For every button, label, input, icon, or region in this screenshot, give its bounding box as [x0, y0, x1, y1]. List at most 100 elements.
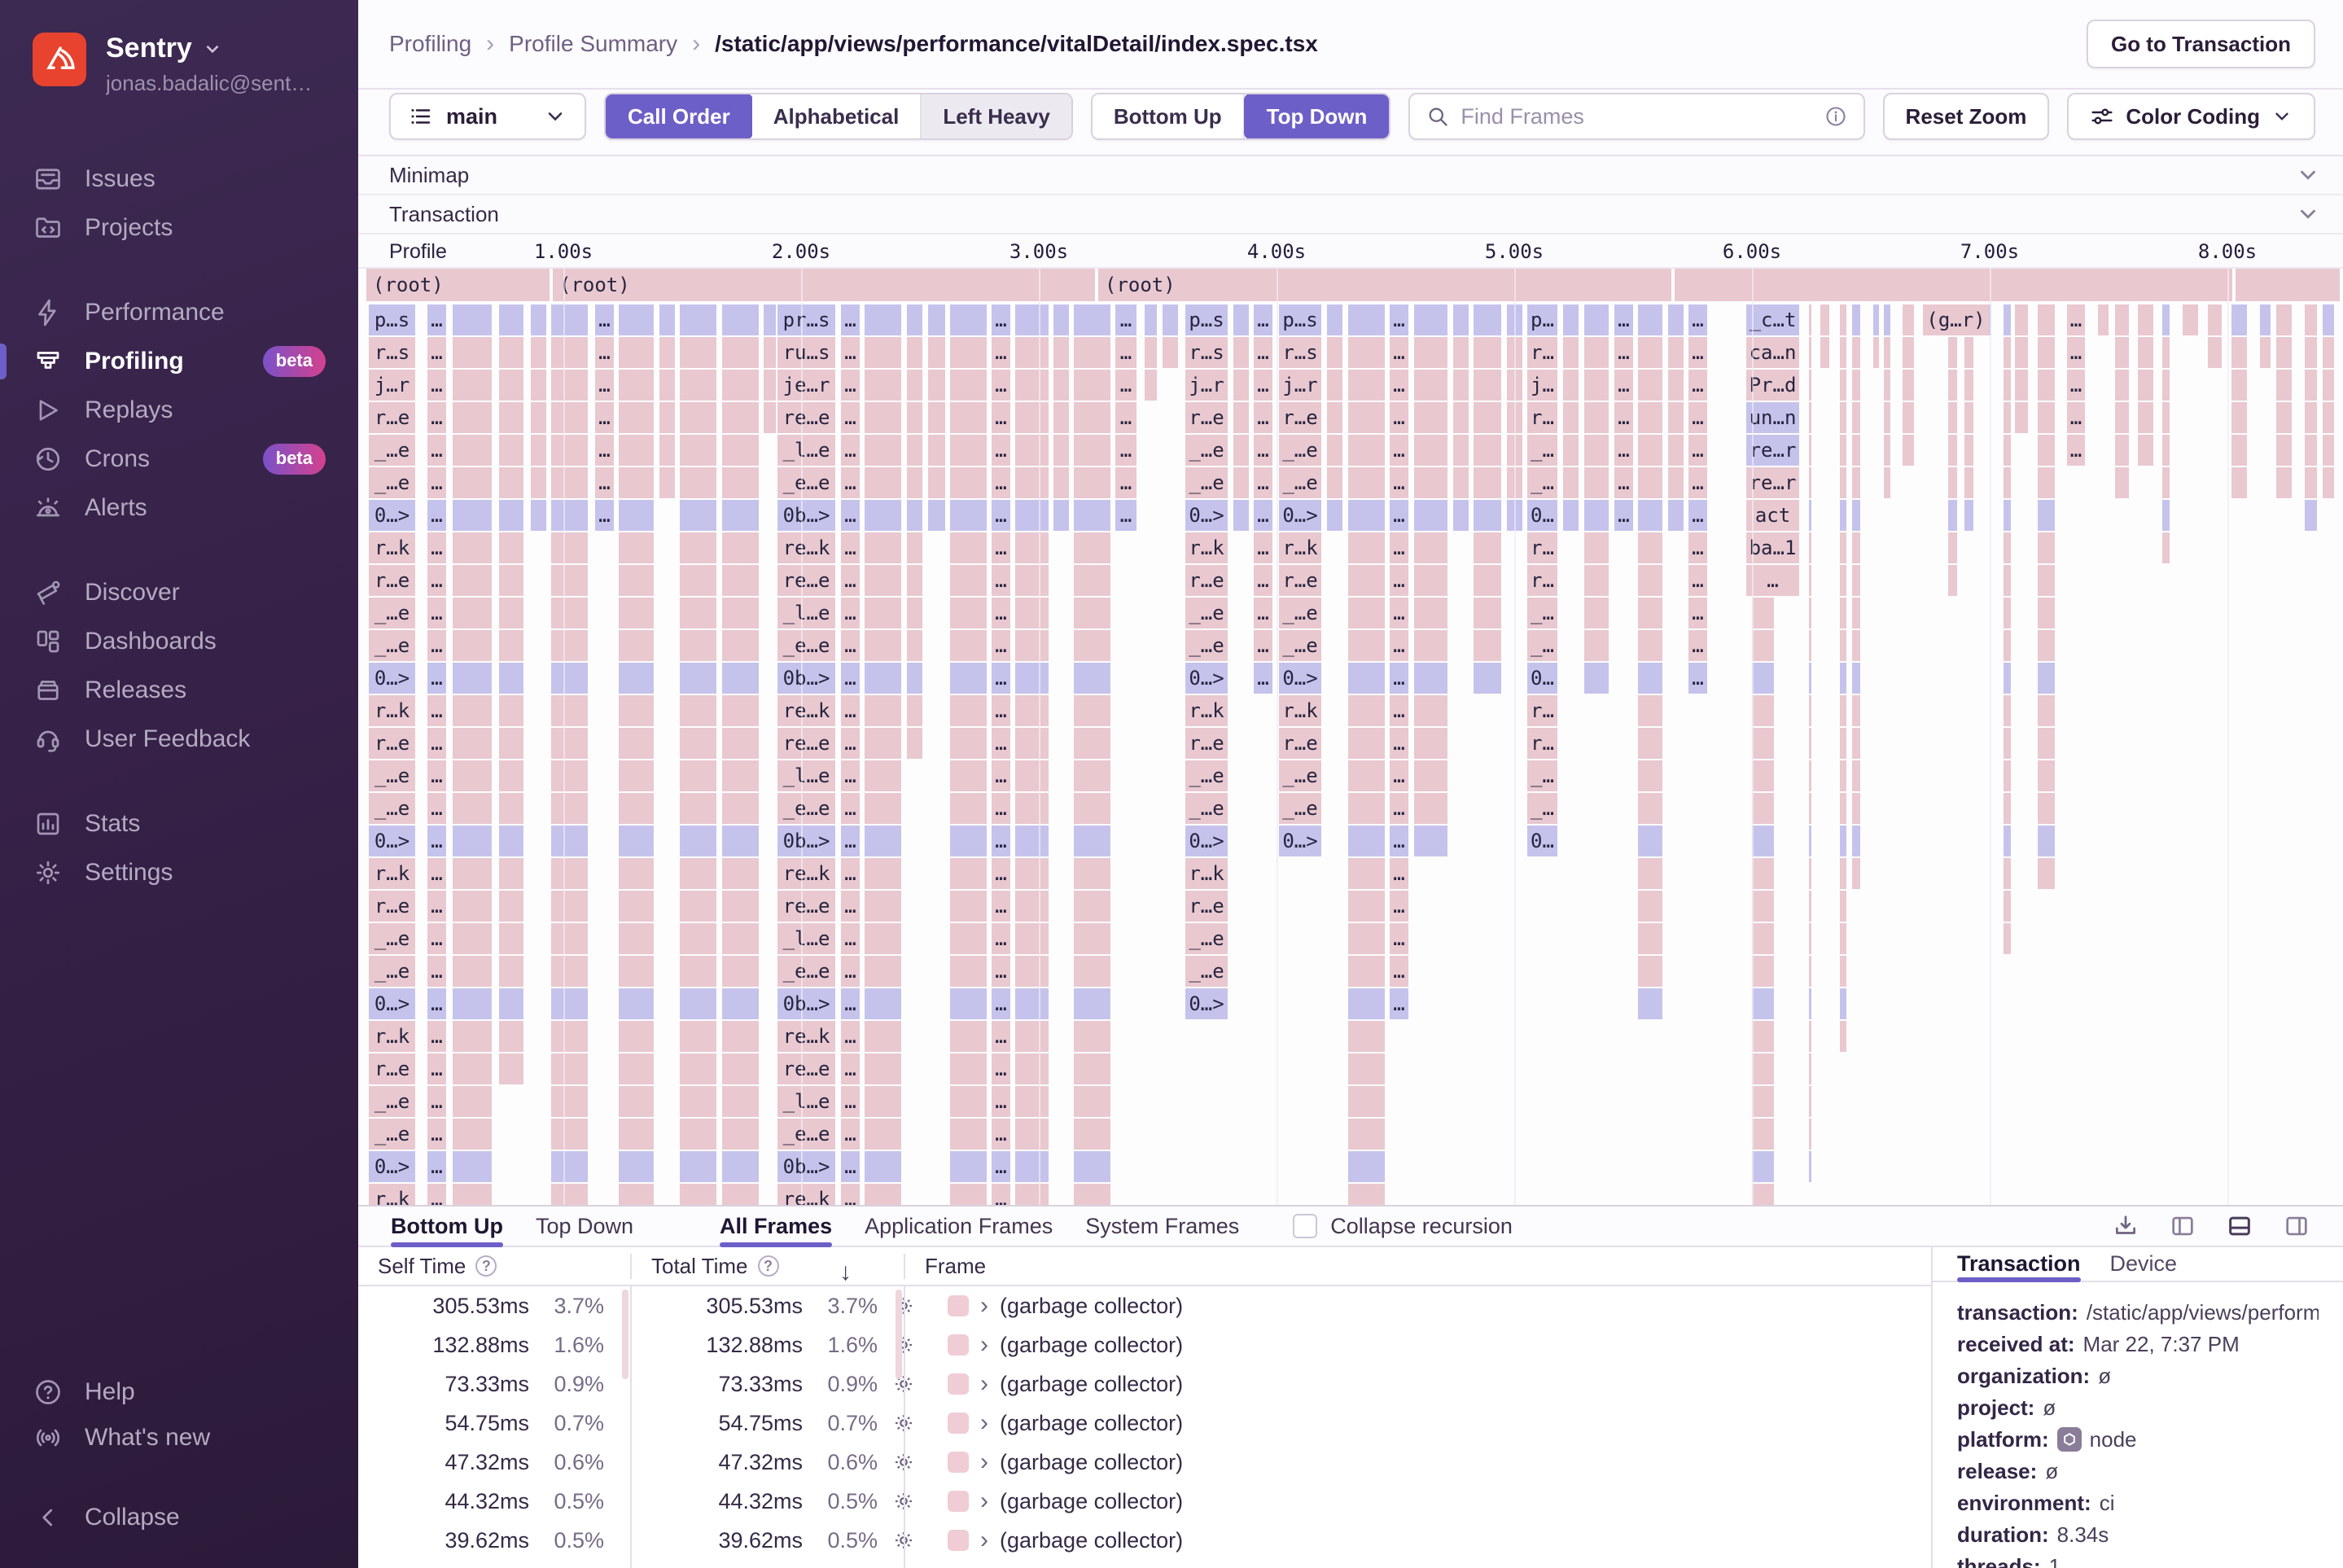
frame-name[interactable]: (garbage collector) — [1000, 1411, 1183, 1436]
collapse-recursion-checkbox[interactable] — [1293, 1214, 1317, 1238]
sidebar-item-collapse[interactable]: Collapse — [0, 1495, 358, 1540]
svg-text:_…e: _…e — [1282, 634, 1317, 657]
sidebar-item-dashboards[interactable]: Dashboards — [0, 617, 358, 666]
sort-left-heavy[interactable]: Left Heavy — [922, 94, 1071, 138]
tab-application-frames[interactable]: Application Frames — [865, 1207, 1053, 1246]
sidebar-item-replays[interactable]: Replays — [0, 386, 358, 435]
sidebar-item-releases[interactable]: Releases — [0, 666, 358, 715]
sidebar-nav: IssuesProjectsPerformanceProfilingbetaRe… — [0, 119, 358, 897]
svg-text:…: … — [995, 439, 1006, 462]
total-time-header[interactable]: Total Time — [651, 1254, 748, 1279]
details-tab-device[interactable]: Device — [2110, 1247, 2178, 1281]
svg-text:0b…>: 0b…> — [783, 504, 830, 527]
table-row[interactable]: 132.88ms1.6%132.88ms1.6%›(garbage collec… — [358, 1325, 1931, 1364]
collapse-recursion-option: Collapse recursion — [1293, 1214, 1513, 1239]
table-row[interactable]: 54.75ms0.7%54.75ms0.7%›(garbage collecto… — [358, 1404, 1931, 1443]
svg-text:0…>: 0…> — [1189, 504, 1224, 527]
svg-text:…: … — [431, 406, 442, 429]
sidebar-item-performance[interactable]: Performance — [0, 288, 358, 337]
svg-text:…: … — [1120, 309, 1132, 331]
direction-segmented-control: Bottom UpTop Down — [1091, 93, 1391, 140]
table-row[interactable]: 73.33ms0.9%73.33ms0.9%›(garbage collecto… — [358, 1364, 1931, 1404]
svg-text:…: … — [2070, 341, 2082, 364]
search-input[interactable] — [1461, 104, 1812, 129]
sidebar-item-alerts[interactable]: Alerts — [0, 484, 358, 532]
thread-select[interactable]: main — [389, 93, 586, 140]
minimap-section-header[interactable]: Minimap — [358, 156, 2343, 195]
breadcrumb-profile-summary[interactable]: Profile Summary — [509, 31, 677, 57]
details-tab-transaction[interactable]: Transaction — [1957, 1247, 2081, 1281]
expand-chevron-icon[interactable]: › — [980, 1450, 988, 1474]
sidebar-item-issues[interactable]: Issues — [0, 155, 358, 204]
svg-text:_…e: _…e — [1189, 471, 1224, 494]
help-circle-icon: ? — [475, 1255, 497, 1277]
sidebar-item-label: Alerts — [85, 494, 147, 522]
self-time-header[interactable]: Self Time — [378, 1254, 466, 1279]
sort-desc-icon[interactable]: ↓ — [839, 1259, 852, 1286]
table-row[interactable]: 44.32ms0.5%44.32ms0.5%›(garbage collecto… — [358, 1482, 1931, 1521]
sidebar-item-user-feedback[interactable]: User Feedback — [0, 715, 358, 764]
svg-text:0…>: 0…> — [1189, 667, 1224, 690]
flamegraph[interactable]: (root)(root)(root)……………p…sr…sj…rr…e_…e_…… — [358, 269, 2343, 1205]
sidebar-item-label: Settings — [85, 859, 173, 887]
sidebar-item-settings[interactable]: Settings — [0, 848, 358, 897]
sidebar-item-help[interactable]: Help — [0, 1369, 358, 1415]
table-row[interactable]: 47.32ms0.6%47.32ms0.6%›(garbage collecto… — [358, 1443, 1931, 1482]
tab-bottom-up[interactable]: Bottom Up — [391, 1207, 503, 1246]
tab-all-frames[interactable]: All Frames — [720, 1207, 832, 1246]
reset-zoom-button[interactable]: Reset Zoom — [1883, 93, 2050, 140]
frame-header[interactable]: Frame — [925, 1254, 986, 1279]
mini-scrollbar[interactable] — [622, 1290, 628, 1379]
direction-bottom-up[interactable]: Bottom Up — [1093, 94, 1245, 138]
svg-text:0…>: 0…> — [1282, 830, 1317, 852]
frame-name[interactable]: (garbage collector) — [1000, 1372, 1183, 1397]
frame-name[interactable]: (garbage collector) — [1000, 1294, 1183, 1319]
svg-text:_…: _… — [1531, 471, 1554, 494]
svg-text:…: … — [1618, 374, 1629, 396]
mini-scrollbar[interactable] — [896, 1290, 902, 1379]
svg-text:…: … — [844, 927, 856, 950]
detail-release: release:ø — [1957, 1457, 2319, 1485]
layout-left-icon[interactable] — [2169, 1212, 2196, 1240]
expand-chevron-icon[interactable]: › — [980, 1333, 988, 1357]
org-switcher[interactable]: Sentry jonas.badalic@sent… — [0, 0, 358, 119]
table-row[interactable]: 305.53ms3.7%305.53ms3.7%›(garbage collec… — [358, 1286, 1931, 1325]
layout-bottom-icon[interactable] — [2226, 1212, 2253, 1240]
frame-name[interactable]: (garbage collector) — [1000, 1528, 1183, 1553]
svg-text:…: … — [431, 699, 442, 722]
expand-chevron-icon[interactable]: › — [980, 1411, 988, 1435]
transaction-section-header[interactable]: Transaction — [358, 195, 2343, 234]
svg-text:r…k: r…k — [374, 699, 410, 722]
sidebar-item-projects[interactable]: Projects — [0, 204, 358, 252]
expand-chevron-icon[interactable]: › — [980, 1372, 988, 1396]
frame-name[interactable]: (garbage collector) — [1000, 1489, 1183, 1514]
sidebar-item-profiling[interactable]: Profilingbeta — [0, 337, 358, 386]
color-coding-button[interactable]: Color Coding — [2067, 93, 2315, 140]
expand-chevron-icon[interactable]: › — [980, 1294, 988, 1318]
tab-system-frames[interactable]: System Frames — [1085, 1207, 1239, 1246]
sort-alphabetical[interactable]: Alphabetical — [752, 94, 922, 138]
frame-name[interactable]: (garbage collector) — [1000, 1333, 1183, 1358]
layout-right-icon[interactable] — [2283, 1212, 2310, 1240]
go-to-transaction-button[interactable]: Go to Transaction — [2087, 20, 2315, 68]
frame-name[interactable]: (garbage collector) — [1000, 1450, 1183, 1475]
svg-text:re…r: re…r — [1750, 439, 1797, 462]
sidebar-item-what-s-new[interactable]: What's new — [0, 1415, 358, 1461]
download-icon[interactable] — [2112, 1212, 2139, 1240]
replays-icon — [33, 395, 64, 426]
table-row[interactable]: 39.62ms0.5%39.62ms0.5%›(garbage collecto… — [358, 1521, 1931, 1560]
sidebar-item-discover[interactable]: Discover — [0, 568, 358, 617]
tab-top-down[interactable]: Top Down — [536, 1207, 633, 1246]
profiling-icon — [33, 346, 64, 377]
svg-text:…: … — [1692, 634, 1703, 657]
breadcrumb-profiling[interactable]: Profiling — [389, 31, 471, 57]
direction-top-down[interactable]: Top Down — [1244, 94, 1390, 139]
sort-call-order[interactable]: Call Order — [605, 94, 753, 139]
svg-text:0…: 0… — [1531, 504, 1554, 527]
expand-chevron-icon[interactable]: › — [980, 1528, 988, 1553]
expand-chevron-icon[interactable]: › — [980, 1489, 988, 1513]
self-time-pct: 1.6% — [529, 1333, 604, 1358]
sidebar-item-stats[interactable]: Stats — [0, 799, 358, 848]
sidebar-item-crons[interactable]: Cronsbeta — [0, 435, 358, 484]
total-time-value: 44.32ms — [632, 1489, 803, 1514]
